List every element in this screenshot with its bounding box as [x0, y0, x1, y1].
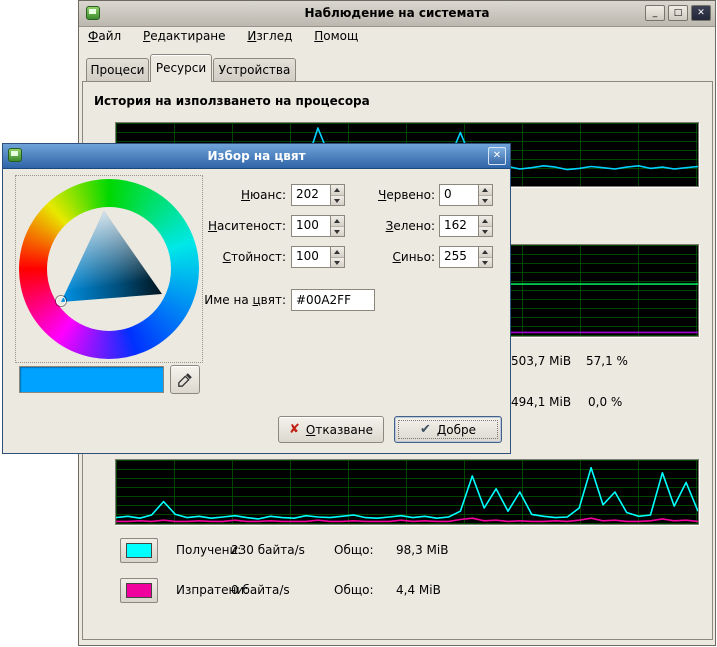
- dialog-titlebar[interactable]: Избор на цвят ✕: [3, 144, 510, 169]
- red-spinbox[interactable]: 0: [439, 184, 493, 206]
- green-label: Зелено:: [348, 219, 435, 233]
- menu-view[interactable]: Изглед: [238, 26, 301, 46]
- decrement-icon[interactable]: [331, 227, 344, 237]
- network-chart-plot: [116, 460, 698, 524]
- window-title: Наблюдение на системата: [79, 1, 715, 26]
- window-controls: _ □ ✕: [645, 5, 711, 21]
- blue-steppers: [478, 247, 492, 267]
- increment-icon[interactable]: [479, 185, 492, 196]
- color-name-label: Име на цвят:: [168, 293, 286, 307]
- menubar: Файл Редактиране Изглед Помощ: [79, 26, 715, 48]
- dialog-title: Избор на цвят: [3, 144, 510, 168]
- hue-value[interactable]: 202: [292, 185, 330, 205]
- green-value[interactable]: 162: [440, 216, 478, 236]
- maximize-button[interactable]: □: [668, 5, 688, 21]
- color-preview: [19, 366, 164, 393]
- decrement-icon[interactable]: [479, 196, 492, 206]
- value-spinbox[interactable]: 100: [291, 246, 345, 268]
- minimize-button[interactable]: _: [645, 5, 665, 21]
- ok-button[interactable]: ✔ Добре: [394, 416, 502, 443]
- hue-steppers: [330, 185, 344, 205]
- blue-label: Синьо:: [348, 250, 435, 264]
- eyedropper-icon: [177, 372, 193, 388]
- sent-color-button[interactable]: [120, 578, 158, 603]
- hue-label: Нюанс:: [196, 188, 286, 202]
- sent-total-label: Общо:: [334, 583, 374, 597]
- received-color-button[interactable]: [120, 538, 158, 563]
- color-name-input[interactable]: #00A2FF: [291, 289, 375, 311]
- sent-total: 4,4 MiB: [396, 583, 441, 597]
- menu-edit[interactable]: Редактиране: [134, 26, 235, 46]
- red-steppers: [478, 185, 492, 205]
- triangle-white-gradient: [47, 207, 171, 331]
- menu-file[interactable]: Файл: [79, 26, 130, 46]
- red-label: Червено:: [348, 188, 435, 202]
- blue-value[interactable]: 255: [440, 247, 478, 267]
- ok-icon: ✔: [420, 422, 431, 437]
- decrement-icon[interactable]: [331, 258, 344, 268]
- cancel-icon: ✘: [289, 422, 300, 437]
- received-color-swatch: [126, 543, 152, 558]
- received-total-label: Общо:: [334, 543, 374, 557]
- increment-icon[interactable]: [331, 185, 344, 196]
- sent-color-swatch: [126, 583, 152, 598]
- sent-rate: 0 байта/s: [231, 583, 290, 597]
- saturation-value[interactable]: 100: [292, 216, 330, 236]
- received-total: 98,3 MiB: [396, 543, 448, 557]
- increment-icon[interactable]: [331, 247, 344, 258]
- increment-icon[interactable]: [479, 216, 492, 227]
- received-rate: 230 байта/s: [231, 543, 305, 557]
- swap-used-value: 494,1 MiB: [511, 395, 571, 409]
- tab-resources[interactable]: Ресурси: [150, 54, 212, 82]
- value-label: Стойност:: [196, 250, 286, 264]
- decrement-icon[interactable]: [331, 196, 344, 206]
- saturation-value-triangle[interactable]: [47, 207, 171, 331]
- menu-help[interactable]: Помощ: [305, 26, 367, 46]
- desktop: Наблюдение на системата _ □ ✕ Файл Редак…: [0, 0, 717, 647]
- cancel-label: Отказване: [306, 423, 373, 437]
- value-steppers: [330, 247, 344, 267]
- hue-ring[interactable]: [19, 179, 199, 359]
- red-value[interactable]: 0: [440, 185, 478, 205]
- network-chart: [115, 459, 699, 525]
- color-picker-dialog: Избор на цвят ✕ Нюанс: 202 Наситеност: 1…: [2, 143, 511, 454]
- eyedropper-button[interactable]: [170, 365, 200, 394]
- increment-icon[interactable]: [331, 216, 344, 227]
- blue-spinbox[interactable]: 255: [439, 246, 493, 268]
- green-steppers: [478, 216, 492, 236]
- cpu-history-heading: История на използването на процесора: [94, 94, 370, 108]
- swap-used-percent: 0,0 %: [588, 395, 622, 409]
- value-value[interactable]: 100: [292, 247, 330, 267]
- close-button[interactable]: ✕: [691, 5, 711, 21]
- decrement-icon[interactable]: [479, 227, 492, 237]
- tab-devices[interactable]: Устройства: [213, 58, 296, 81]
- saturation-spinbox[interactable]: 100: [291, 215, 345, 237]
- hue-spinbox[interactable]: 202: [291, 184, 345, 206]
- increment-icon[interactable]: [479, 247, 492, 258]
- ok-label: Добре: [437, 423, 476, 437]
- tab-processes[interactable]: Процеси: [86, 58, 149, 81]
- saturation-steppers: [330, 216, 344, 236]
- selection-marker: [56, 296, 66, 306]
- cancel-button[interactable]: ✘ Отказване: [278, 416, 384, 443]
- memory-used-value: 503,7 MiB: [511, 354, 571, 368]
- memory-used-percent: 57,1 %: [586, 354, 628, 368]
- color-wheel: [15, 175, 203, 363]
- saturation-label: Наситеност:: [196, 219, 286, 233]
- green-spinbox[interactable]: 162: [439, 215, 493, 237]
- window-titlebar[interactable]: Наблюдение на системата _ □ ✕: [79, 1, 715, 27]
- decrement-icon[interactable]: [479, 258, 492, 268]
- dialog-close-button[interactable]: ✕: [488, 147, 506, 165]
